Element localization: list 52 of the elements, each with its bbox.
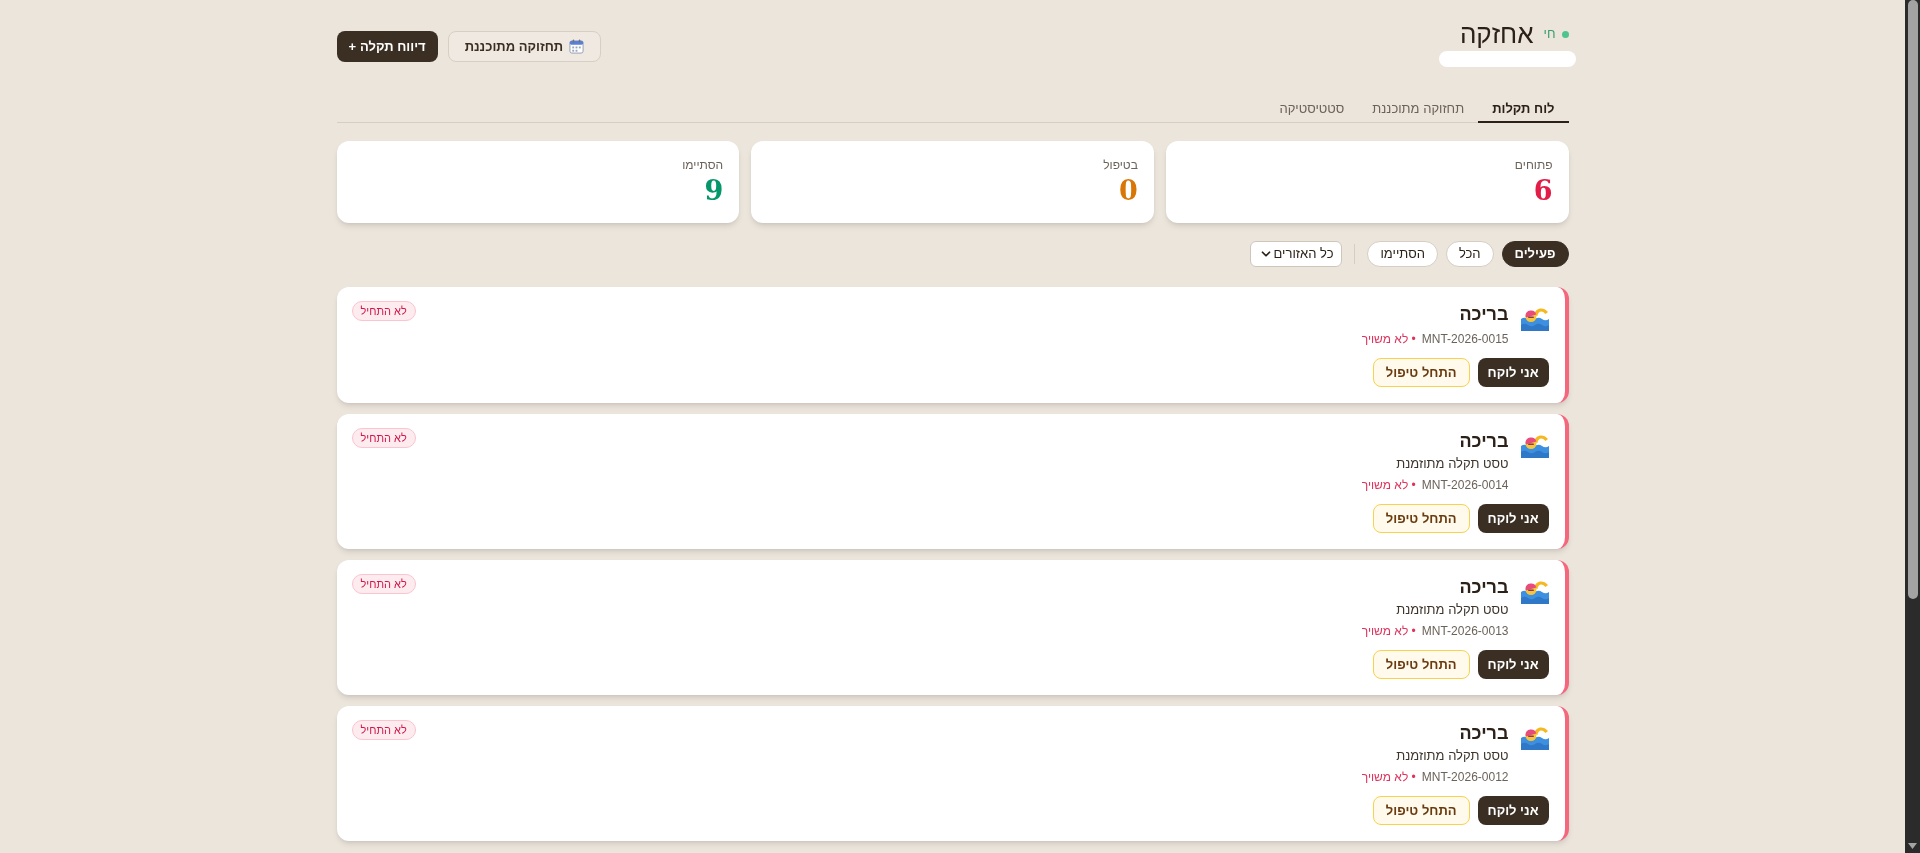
calendar-icon (569, 39, 585, 54)
swimmer-icon (1520, 579, 1549, 604)
status-badge: לא התחיל (351, 428, 416, 448)
start-treatment-button[interactable]: התחל טיפול (1372, 358, 1470, 387)
ticket-title: בריכה (1459, 722, 1509, 744)
ticket-code: MNT-2026-0012 (1421, 769, 1509, 785)
ticket-description: טסט תקלה מתוזמנת (1396, 455, 1509, 473)
ticket-title: בריכה (1459, 576, 1509, 598)
status-badge: לא התחיל (351, 720, 416, 740)
status-badge: לא התחיל (351, 301, 416, 321)
page-title: אחזקה (1459, 18, 1534, 50)
status-badge: לא התחיל (351, 574, 416, 594)
take-ticket-button[interactable]: אני לוקח (1477, 358, 1549, 387)
stat-label: בטיפול (1103, 157, 1138, 173)
assignee-label: • לא משויך (1361, 477, 1416, 493)
start-treatment-button[interactable]: התחל טיפול (1372, 796, 1470, 825)
stat-value: 6 (1533, 175, 1553, 207)
take-ticket-button[interactable]: אני לוקח (1477, 650, 1549, 679)
ticket-code: MNT-2026-0015 (1421, 331, 1509, 347)
scrollbar-thumb[interactable] (1907, 0, 1918, 599)
ticket-description: טסט תקלה מתוזמנת (1396, 601, 1509, 619)
scroll-down-arrow-icon[interactable] (1908, 843, 1917, 849)
scrollbar[interactable] (1905, 0, 1920, 853)
planned-maintenance-button[interactable]: תחזוקה מתוכננת (447, 31, 602, 62)
live-label: חי (1543, 25, 1556, 44)
ticket-title: בריכה (1459, 303, 1509, 325)
assignee-label: • לא משויך (1361, 331, 1416, 347)
filter-chip[interactable]: הסתיימו (1367, 241, 1438, 267)
assignee-label: • לא משויך (1361, 769, 1416, 785)
ticket-title: בריכה (1459, 430, 1509, 452)
ticket-description: טסט תקלה מתוזמנת (1396, 747, 1509, 765)
ticket-code: MNT-2026-0014 (1421, 477, 1509, 493)
start-treatment-button[interactable]: התחל טיפול (1372, 504, 1470, 533)
tab[interactable]: לוח תקלות (1478, 98, 1569, 123)
take-ticket-button[interactable]: אני לוקח (1477, 796, 1549, 825)
ticket-code: MNT-2026-0013 (1421, 623, 1509, 639)
stat-value: 0 (1119, 175, 1138, 207)
start-treatment-button[interactable]: התחל טיפול (1372, 650, 1470, 679)
assignee-label: • לא משויך (1361, 623, 1416, 639)
region-select[interactable]: כל האזורים (1250, 241, 1343, 267)
stat-label: פתוחים (1514, 157, 1553, 173)
swimmer-icon (1520, 725, 1549, 750)
swimmer-icon (1520, 433, 1549, 458)
stat-value: 9 (704, 175, 724, 207)
filter-chip[interactable]: פעילים (1501, 241, 1569, 267)
tab[interactable]: תחזוקה מתוכננת (1358, 98, 1479, 123)
filter-chip[interactable]: הכל (1445, 241, 1494, 267)
swimmer-icon (1520, 306, 1549, 331)
tab[interactable]: סטטיסטיקה (1265, 98, 1359, 123)
stat-label: הסתיימו (682, 157, 724, 173)
report-fault-button[interactable]: דיווח תקלה + (336, 31, 438, 62)
take-ticket-button[interactable]: אני לוקח (1477, 504, 1549, 533)
